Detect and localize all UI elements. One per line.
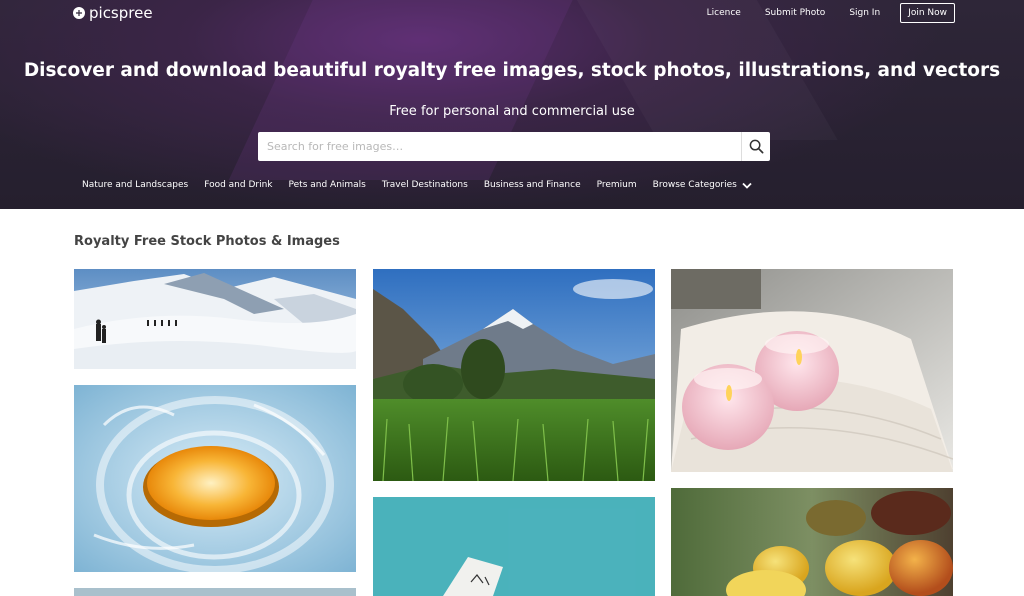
join-now-button[interactable]: Join Now (900, 3, 955, 23)
photo-card-snow-hikers[interactable] (74, 269, 356, 369)
photo-image (74, 588, 356, 596)
browse-categories-label: Browse Categories (652, 180, 737, 190)
submit-photo-link[interactable]: Submit Photo (765, 8, 825, 18)
brand-name: picspree (89, 4, 153, 22)
licence-link[interactable]: Licence (707, 8, 741, 18)
category-travel[interactable]: Travel Destinations (382, 180, 468, 190)
photo-image (373, 269, 655, 481)
category-navigation: Nature and Landscapes Food and Drink Pet… (82, 180, 752, 190)
search-bar (258, 132, 770, 161)
search-button[interactable] (741, 132, 770, 161)
photo-card-turquoise[interactable] (373, 497, 655, 596)
search-icon (749, 139, 763, 154)
sign-in-link[interactable]: Sign In (849, 8, 880, 18)
category-nature[interactable]: Nature and Landscapes (82, 180, 188, 190)
category-food[interactable]: Food and Drink (204, 180, 272, 190)
hero-headline: Discover and download beautiful royalty … (23, 60, 1001, 81)
plus-circle-icon (73, 7, 85, 19)
chevron-down-icon (742, 182, 752, 189)
hero-banner: picspree Licence Submit Photo Sign In Jo… (0, 0, 1024, 209)
photo-card-mountain-meadow[interactable] (373, 269, 655, 481)
photo-card-partial[interactable] (74, 588, 356, 596)
browse-categories-dropdown[interactable]: Browse Categories (653, 180, 752, 190)
photo-image (671, 488, 953, 596)
brand-logo[interactable]: picspree (73, 4, 153, 22)
photo-image (74, 269, 356, 369)
top-navigation: Licence Submit Photo Sign In Join Now (683, 3, 955, 23)
hero-subline: Free for personal and commercial use (389, 104, 635, 119)
section-title: Royalty Free Stock Photos & Images (74, 234, 340, 249)
photo-card-fruit[interactable] (671, 488, 953, 596)
photo-image (373, 497, 655, 596)
photo-card-candles[interactable] (671, 269, 953, 472)
photo-image (74, 385, 356, 572)
search-input[interactable] (258, 132, 741, 161)
photo-image (671, 269, 953, 472)
category-premium[interactable]: Premium (597, 180, 637, 190)
category-business[interactable]: Business and Finance (484, 180, 581, 190)
photo-card-orange-splash[interactable] (74, 385, 356, 572)
category-pets[interactable]: Pets and Animals (289, 180, 366, 190)
